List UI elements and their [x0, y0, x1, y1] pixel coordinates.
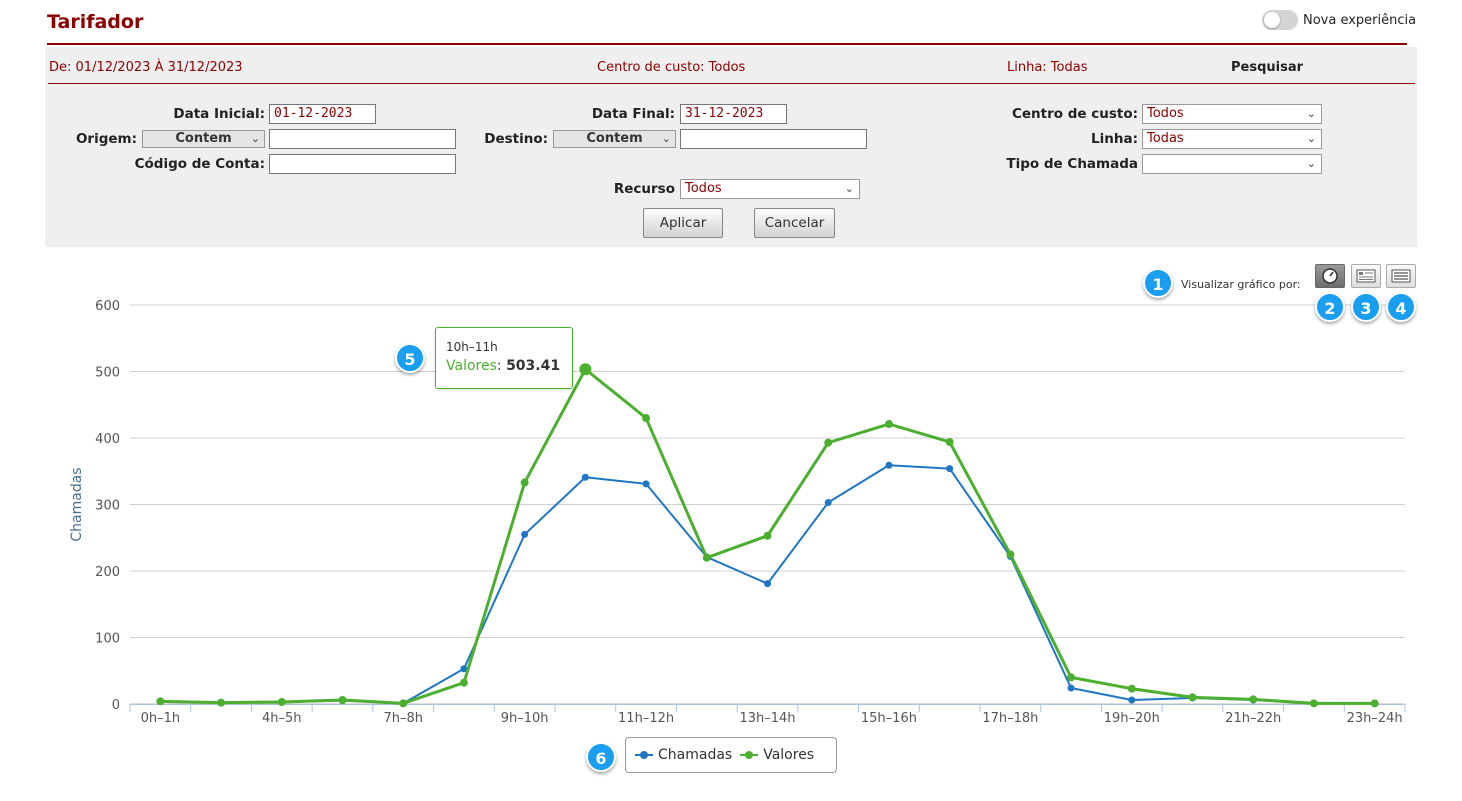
data-point-valores: [763, 531, 772, 540]
data-point-valores: [1249, 695, 1258, 704]
data-point-chamadas: [824, 499, 832, 507]
data-point-valores: [1127, 684, 1136, 693]
annotation-marker-1: 1: [1143, 268, 1173, 298]
chart-legend: Chamadas Valores: [625, 737, 837, 773]
data-point-valores: [884, 420, 893, 429]
data-point-valores: [399, 699, 408, 708]
clock-icon: [1322, 268, 1338, 284]
view-selector-label: Visualizar gráfico por:: [1181, 278, 1301, 291]
y-tick-label: 0: [112, 698, 120, 713]
x-tick-label: 9h–10h: [501, 711, 549, 726]
data-point-valores: [277, 698, 286, 707]
data-point-chamadas: [521, 530, 529, 538]
x-tick-label: 7h–8h: [383, 711, 423, 726]
data-point-valores: [156, 697, 165, 706]
annotation-marker-6: 6: [586, 742, 616, 772]
data-point-chamadas: [642, 480, 650, 488]
data-point-valores: [824, 438, 833, 447]
x-tick-label: 19h–20h: [1104, 711, 1160, 726]
data-point-chamadas: [885, 461, 893, 469]
y-axis-label: Chamadas: [69, 467, 85, 541]
x-tick-label: 4h–5h: [262, 711, 302, 726]
data-point-valores: [217, 698, 226, 707]
x-tick-label: 13h–14h: [739, 711, 795, 726]
view-clock-button[interactable]: [1315, 264, 1345, 288]
tooltip-title: 10h–11h: [446, 340, 498, 354]
line-chart: 0 100 200 300 400 500 600 Chamadas 0h–1h 4h–5h 7h–…: [69, 299, 1406, 726]
tooltip-series: Valores: [446, 358, 497, 374]
y-tick-label: 300: [95, 499, 120, 514]
x-tick-label: 0h–1h: [141, 711, 181, 726]
x-tick-label: 21h–22h: [1225, 711, 1281, 726]
data-point-valores: [1067, 673, 1076, 682]
y-tick-label: 600: [95, 299, 120, 314]
data-point-valores: [1188, 693, 1197, 702]
annotation-marker-2: 2: [1315, 292, 1345, 322]
y-tick-label: 100: [95, 632, 120, 647]
y-tick-label: 400: [95, 432, 120, 447]
view-card-button[interactable]: [1351, 264, 1381, 288]
data-point-valores: [520, 478, 529, 487]
data-point-valores: [642, 414, 651, 423]
annotation-marker-3: 3: [1351, 292, 1381, 322]
legend-swatch-valores: [740, 751, 759, 759]
data-point-valores: [945, 437, 954, 446]
table-icon: [1391, 269, 1411, 283]
x-tick-label: 15h–16h: [861, 711, 917, 726]
x-tick-label: 23h–24h: [1347, 711, 1403, 726]
data-point-valores: [338, 696, 347, 705]
data-point-valores: [1370, 699, 1379, 708]
legend-swatch-chamadas: [635, 751, 653, 759]
annotation-marker-5: 5: [395, 343, 425, 373]
x-tick-label: 17h–18h: [982, 711, 1038, 726]
legend-item-valores[interactable]: Valores: [740, 747, 814, 763]
data-point-chamadas: [1128, 696, 1136, 704]
legend-label-chamadas: Chamadas: [658, 747, 733, 763]
legend-item-chamadas[interactable]: Chamadas: [635, 747, 732, 763]
chart-tooltip: 10h–11h Valores: 503.41: [435, 327, 573, 389]
data-point-chamadas: [1067, 684, 1075, 692]
data-point-valores: [579, 363, 592, 376]
data-point-valores: [1006, 550, 1015, 559]
x-tick-label: 11h–12h: [618, 711, 674, 726]
data-point-valores: [1309, 699, 1318, 708]
y-tick-label: 200: [95, 565, 120, 580]
data-point-chamadas: [764, 580, 771, 588]
tooltip-value: 503.41: [506, 358, 561, 374]
list-card-icon: [1356, 269, 1376, 283]
data-point-valores: [702, 553, 711, 562]
legend-label-valores: Valores: [763, 747, 815, 763]
data-point-chamadas: [946, 465, 954, 473]
view-table-button[interactable]: [1386, 264, 1416, 288]
tooltip-separator: :: [496, 358, 507, 374]
data-point-chamadas: [581, 473, 589, 481]
data-point-valores: [459, 678, 468, 687]
y-tick-label: 500: [95, 366, 120, 381]
annotation-marker-4: 4: [1386, 292, 1416, 322]
